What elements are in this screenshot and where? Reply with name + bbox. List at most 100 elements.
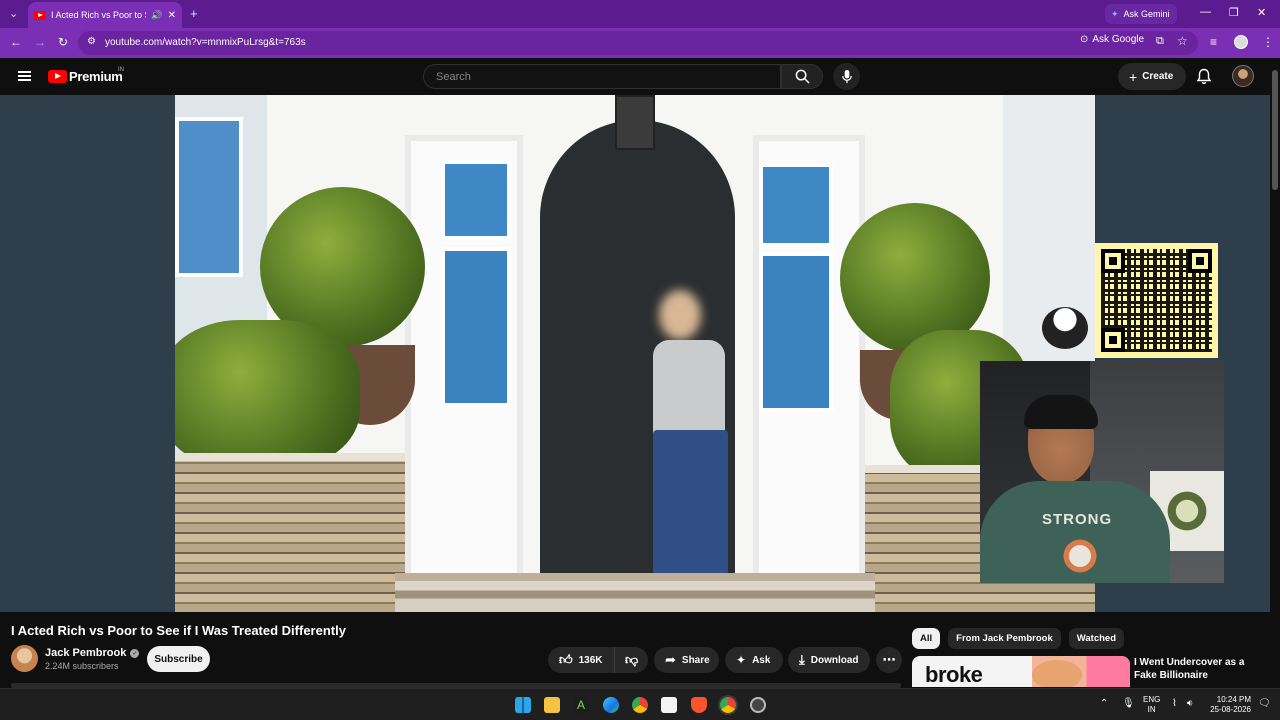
video-player[interactable]: STRONG — [0, 95, 1270, 612]
cast-icon[interactable]: ⧉ — [1156, 35, 1164, 48]
window-close-icon[interactable]: ✕ — [1257, 6, 1266, 19]
left-hedge — [175, 320, 360, 470]
steam-icon[interactable] — [750, 697, 766, 713]
create-label: Create — [1142, 71, 1174, 82]
tab-close-icon[interactable]: ✕ — [168, 10, 176, 21]
language-indicator[interactable]: ENG IN — [1143, 695, 1160, 715]
reload-icon[interactable]: ↻ — [58, 35, 68, 49]
windows-start-icon[interactable] — [515, 697, 531, 713]
more-horizontal-icon: ⋯ — [882, 652, 896, 667]
account-avatar[interactable] — [1232, 65, 1254, 87]
ask-button[interactable]: ✦ Ask — [725, 647, 783, 673]
browser-toolbar: ← → ↻ ⚙ youtube.com/watch?v=mnmixPuLrsg&… — [0, 28, 1280, 58]
left-stone-wall — [175, 453, 405, 612]
recommended-video-thumbnail[interactable]: broke — [912, 656, 1130, 687]
subscribe-button[interactable]: Subscribe — [147, 646, 210, 672]
scrollbar-thumb[interactable] — [1272, 70, 1278, 190]
voice-search-button[interactable] — [833, 63, 860, 90]
restore-icon[interactable]: ❐ — [1229, 6, 1239, 19]
streamer-hair — [1024, 395, 1098, 429]
notifications-bell-icon[interactable] — [1196, 68, 1212, 85]
app-a-icon[interactable]: A — [573, 697, 589, 713]
porch-steps — [395, 573, 875, 612]
plus-icon: + — [1129, 68, 1138, 85]
thumbnail-face — [1032, 660, 1082, 687]
subscriber-count: 2.24M subscribers — [45, 661, 119, 671]
person-head-blurred — [659, 290, 701, 340]
forward-icon[interactable]: → — [34, 35, 46, 49]
shirt-print-text: STRONG — [1042, 511, 1113, 528]
premium-logo-text[interactable]: Premium — [69, 69, 123, 84]
more-actions-button[interactable]: ⋯ — [876, 647, 902, 673]
reading-list-icon[interactable]: ≡ — [1210, 35, 1217, 49]
clock-time: 10:24 PM — [1216, 695, 1251, 704]
edge-browser-icon[interactable] — [603, 697, 619, 713]
minimize-icon[interactable]: — — [1200, 6, 1211, 18]
youtube-logo-icon[interactable] — [48, 70, 67, 83]
profile-avatar-icon[interactable] — [1234, 35, 1248, 49]
bookmark-star-icon[interactable]: ☆ — [1177, 34, 1188, 48]
channel-name-link[interactable]: Jack Pembrook ✓ — [45, 647, 140, 659]
download-label: Download — [810, 654, 859, 666]
back-icon[interactable]: ← — [10, 35, 22, 49]
create-button[interactable]: + Create — [1118, 63, 1186, 90]
download-button[interactable]: ⤓ Download — [788, 647, 870, 673]
thumbnail-text: broke — [925, 662, 983, 687]
kebab-menu-icon[interactable]: ⋮ — [1262, 35, 1274, 49]
tab-active[interactable]: I Acted Rich vs Poor to See 🔊 ✕ — [28, 2, 182, 28]
ask-google-label: Ask Google — [1092, 34, 1145, 45]
chrome-active-icon[interactable] — [720, 697, 736, 713]
wifi-icon[interactable]: ⌇ — [1172, 698, 1177, 709]
recommendation-chips: All From Jack Pembrook Watched — [912, 628, 1124, 649]
clock-date: 25-08-2026 — [1210, 705, 1251, 714]
right-lower-pane — [759, 252, 833, 412]
video-title: I Acted Rich vs Poor to See if I Was Tre… — [11, 623, 346, 638]
volume-icon[interactable]: 🔉︎ — [1187, 698, 1193, 709]
windows-taskbar: A ⌃ 🎙︎ ENG IN ⌇ 🔉︎ 10:24 PM 25-08-2026 🗨… — [0, 688, 1280, 720]
site-info-icon[interactable]: ⚙ — [87, 36, 96, 47]
ask-gemini-button[interactable]: ✦ Ask Gemini — [1105, 4, 1177, 24]
qr-code-overlay — [1095, 243, 1218, 358]
tray-chevron-icon[interactable]: ⌃ — [1100, 698, 1108, 709]
clock[interactable]: 10:24 PM 25-08-2026 — [1205, 695, 1251, 715]
webcam-overlay: STRONG — [980, 361, 1224, 583]
qr-finder-bottom-left — [1101, 328, 1125, 352]
speaker-icon[interactable]: 🔊 — [151, 10, 162, 21]
search-button[interactable] — [781, 64, 823, 89]
file-explorer-icon[interactable] — [544, 697, 560, 713]
tray-mic-icon[interactable]: 🎙︎ — [1122, 698, 1135, 709]
region-code: IN — [118, 67, 124, 73]
channel-avatar[interactable] — [11, 645, 38, 672]
search-input[interactable]: Search — [423, 64, 781, 89]
like-count: 136K — [578, 654, 603, 666]
recommended-video-title[interactable]: I Went Undercover as a Fake Billionaire — [1134, 656, 1266, 682]
dislike-button[interactable]: 👎︎ — [614, 647, 648, 673]
chip-all[interactable]: All — [912, 628, 941, 649]
notification-center-icon[interactable]: 🗨︎ — [1258, 698, 1271, 709]
left-upper-pane — [441, 160, 511, 240]
page-scrollbar[interactable] — [1270, 58, 1280, 688]
thumbs-up-icon: 👍︎ — [559, 652, 573, 667]
brave-browser-icon[interactable] — [691, 697, 707, 713]
microsoft-store-icon[interactable] — [661, 697, 677, 713]
tab-search-icon[interactable]: ⌄ — [9, 7, 18, 20]
chip-watched[interactable]: Watched — [1068, 628, 1124, 649]
person-jeans — [653, 430, 728, 575]
ask-google-button[interactable]: ⊙ Ask Google — [1080, 34, 1144, 45]
share-button[interactable]: ➦ Share — [654, 647, 719, 673]
qr-finder-top-left — [1101, 249, 1125, 273]
porch-lantern — [615, 95, 655, 150]
address-bar[interactable]: ⚙ youtube.com/watch?v=mnmixPuLrsg&t=763s… — [78, 31, 1198, 55]
gemini-sparkle-icon: ✦ — [1111, 8, 1119, 19]
new-tab-icon[interactable]: + — [190, 6, 198, 21]
chip-from-channel[interactable]: From Jack Pembrook — [948, 628, 1061, 649]
sparkle-icon: ✦ — [736, 653, 747, 667]
video-frame[interactable] — [175, 95, 1095, 612]
shirt-graphic — [1050, 536, 1110, 576]
share-arrow-icon: ➦ — [665, 652, 676, 667]
anime-character-sticker — [1042, 307, 1088, 349]
hamburger-menu-icon[interactable] — [18, 71, 31, 81]
youtube-favicon-icon — [34, 10, 46, 20]
chrome-icon[interactable] — [632, 697, 648, 713]
like-button[interactable]: 👍︎ 136K — [548, 647, 614, 673]
